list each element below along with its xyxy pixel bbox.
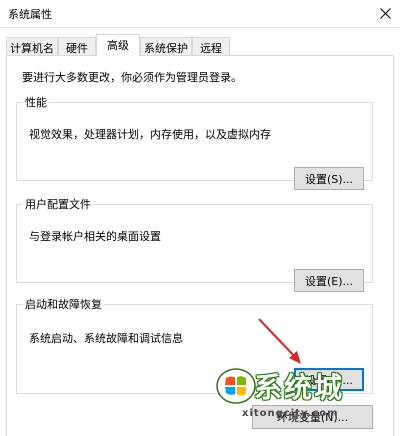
user-profiles-group: 用户配置文件 与登录帐户相关的桌面设置 设置(E)... [16,196,373,292]
tab-label: 硬件 [66,42,88,55]
tab-label: 远程 [200,42,222,55]
user-profiles-description: 与登录帐户相关的桌面设置 [29,230,161,243]
tab-system-protection[interactable]: 系统保护 [140,37,192,55]
close-icon [379,8,391,19]
close-button[interactable] [370,0,400,27]
tab-hardware[interactable]: 硬件 [58,37,96,55]
tab-remote[interactable]: 远程 [192,37,230,55]
startup-recovery-description: 系统启动、系统故障和调试信息 [29,332,183,345]
tab-label: 系统保护 [144,42,188,55]
startup-recovery-title: 启动和故障恢复 [25,298,102,311]
windows-logo-icon [216,368,256,404]
performance-settings-button[interactable]: 设置(S)... [294,167,364,190]
watermark-brand: 系统城 [254,371,345,404]
tab-advanced[interactable]: 高级 [96,34,140,56]
red-arrow-icon [258,318,301,364]
user-profiles-title: 用户配置文件 [25,198,91,211]
performance-title: 性能 [25,96,47,109]
tab-label: 高级 [107,39,129,52]
watermark-url: xitongcity.com [242,408,339,419]
window-title: 系统属性 [8,8,52,21]
user-profiles-settings-button[interactable]: 设置(E)... [294,269,364,292]
admin-note: 要进行大多数更改，你必须作为管理员登录。 [22,71,242,84]
title-bar: 系统属性 [0,0,400,28]
tab-label: 计算机名 [10,42,54,55]
watermark-logo: 系统城 xitongcity.com [214,368,364,432]
performance-group: 性能 视觉效果，处理器计划，内存使用，以及虚拟内存 设置(S)... [16,94,373,190]
performance-description: 视觉效果，处理器计划，内存使用，以及虚拟内存 [29,128,271,141]
tab-computer-name[interactable]: 计算机名 [6,37,58,55]
